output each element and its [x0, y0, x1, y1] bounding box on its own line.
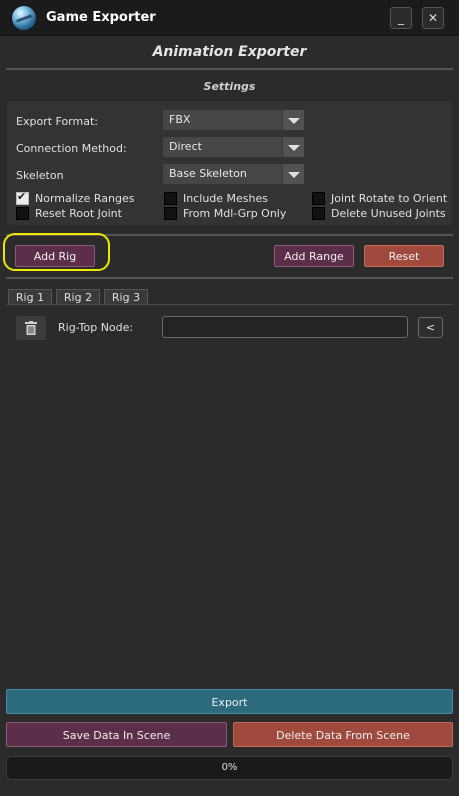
tab-rig-2[interactable]: Rig 2: [56, 289, 100, 305]
delete-unused-joints-checkbox[interactable]: [312, 207, 325, 220]
divider: [6, 68, 453, 70]
add-range-button[interactable]: Add Range: [274, 245, 354, 267]
export-button[interactable]: Export: [6, 689, 453, 714]
reset-root-joint-checkbox[interactable]: [16, 207, 29, 220]
reset-root-joint-label: Reset Root Joint: [35, 207, 122, 220]
tab-rig-3[interactable]: Rig 3: [104, 289, 148, 305]
connection-method-value: Direct: [169, 140, 202, 153]
include-meshes-label: Include Meshes: [183, 192, 268, 205]
app-logo-icon: [12, 6, 36, 30]
settings-title: Settings: [203, 80, 256, 93]
delete-data-button[interactable]: Delete Data From Scene: [233, 722, 453, 747]
delete-unused-joints-label: Delete Unused Joints: [331, 207, 446, 220]
export-format-value: FBX: [169, 113, 191, 126]
page-title: Animation Exporter: [152, 44, 307, 60]
connection-method-dropdown[interactable]: Direct: [163, 137, 304, 157]
joint-rotate-label: Joint Rotate to Orient: [331, 192, 448, 205]
close-button[interactable]: ✕: [422, 7, 444, 29]
chevron-down-icon[interactable]: [282, 110, 304, 130]
normalize-ranges-checkbox[interactable]: [16, 190, 29, 205]
minimize-button[interactable]: _: [390, 7, 412, 29]
include-meshes-checkbox[interactable]: [164, 192, 177, 205]
pick-node-button[interactable]: <: [418, 317, 443, 338]
chevron-down-icon[interactable]: [282, 164, 304, 184]
skeleton-dropdown[interactable]: Base Skeleton: [163, 164, 304, 184]
add-rig-button[interactable]: Add Rig: [15, 245, 95, 267]
from-mdl-grp-label: From Mdl-Grp Only: [183, 207, 287, 220]
title-bar: Game Exporter _ ✕: [0, 0, 459, 36]
reset-button[interactable]: Reset: [364, 245, 444, 267]
connection-method-label: Connection Method:: [16, 142, 127, 155]
rig-top-node-label: Rig-Top Node:: [58, 321, 134, 334]
progress-bar: 0%: [6, 756, 453, 780]
joint-rotate-checkbox[interactable]: [312, 192, 325, 205]
rig-top-node-input[interactable]: [162, 316, 408, 338]
normalize-ranges-label: Normalize Ranges: [35, 192, 135, 205]
skeleton-value: Base Skeleton: [169, 167, 247, 180]
from-mdl-grp-checkbox[interactable]: [164, 207, 177, 220]
trash-icon: [25, 321, 37, 335]
export-format-label: Export Format:: [16, 115, 98, 128]
export-format-dropdown[interactable]: FBX: [163, 110, 304, 130]
chevron-down-icon[interactable]: [282, 137, 304, 157]
divider: [6, 277, 453, 279]
tab-rig-1[interactable]: Rig 1: [8, 289, 52, 305]
window-title: Game Exporter: [46, 10, 156, 25]
save-data-button[interactable]: Save Data In Scene: [6, 722, 227, 747]
delete-rig-button[interactable]: [16, 316, 46, 340]
skeleton-label: Skeleton: [16, 169, 64, 182]
tab-bar-line: [6, 304, 453, 305]
